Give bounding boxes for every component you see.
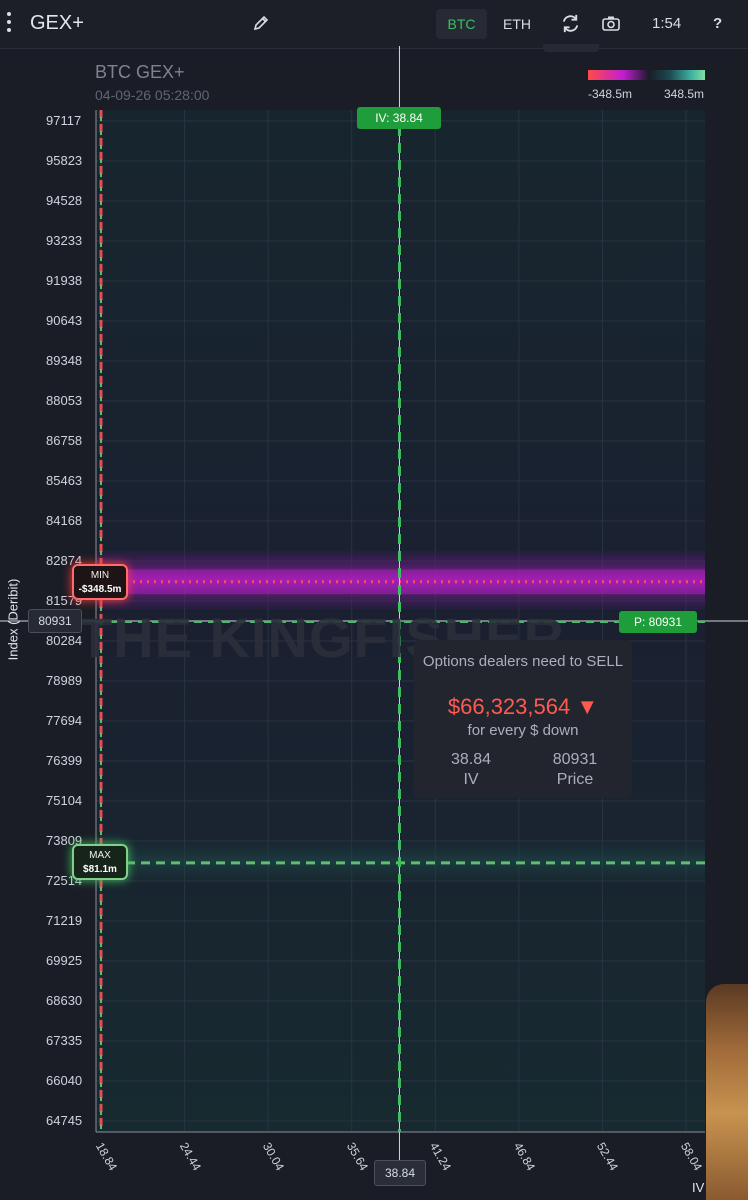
y-tick-label: 86758 [46,432,83,448]
y-tick-label: 89348 [46,352,83,368]
tooltip-subtext: for every $ down [467,722,579,739]
min-marker-title: MIN [90,570,110,581]
min-marker-value: -$348.5m [78,584,122,595]
min-marker[interactable]: MIN -$348.5m [72,564,128,600]
y-tick-label: 90643 [46,312,83,328]
heatmap-plot[interactable] [0,0,748,1200]
y-tick-label: 76399 [46,752,83,768]
y-axis-title: Index (Deribit) [5,578,21,661]
price-cursor-tag: P: 80931 [619,611,697,633]
tooltip-amount: $66,323,564 ▼ [447,694,599,719]
y-cursor-readout: 80931 [28,609,82,633]
y-tick-label: 85463 [46,473,83,488]
max-marker-value: $81.1m [83,864,117,875]
x-axis-title: IV [692,1180,705,1195]
y-tick-label: 75104 [46,793,83,808]
y-tick-label: 78989 [46,672,83,688]
tooltip-action: Options dealers need to SELL [422,653,624,670]
tooltip-iv-label: IV [463,771,479,788]
y-tick-label: 84168 [46,513,83,528]
y-tick-label: 67335 [46,1032,83,1048]
tooltip-price-value: 80931 [552,751,598,768]
y-tick-label: 94528 [46,192,83,208]
y-tick-label: 93233 [46,232,83,248]
y-tick-label: 97117 [46,113,82,128]
max-marker-title: MAX [89,850,111,861]
tooltip-iv-value: 38.84 [450,751,492,768]
tooltip-price-label: Price [556,771,594,788]
max-marker[interactable]: MAX $81.1m [72,844,128,880]
tooltip-iv: 38.84 IV [421,750,521,790]
video-thumbnail[interactable] [706,984,748,1200]
y-tick-label: 69925 [46,952,83,968]
y-tick-label: 68630 [46,992,83,1008]
y-tick-label: 88053 [46,392,83,408]
y-tick-label: 64745 [46,1113,83,1128]
iv-cursor-tag: IV: 38.84 [357,107,441,129]
y-tick-label: 95823 [46,152,83,168]
x-cursor-readout: 38.84 [374,1160,426,1186]
y-tick-label: 66040 [46,1072,83,1088]
y-tick-label: 71219 [46,913,83,928]
y-tick-label: 77694 [46,712,83,728]
y-tick-label: 80284 [46,632,83,648]
gex-tooltip: Options dealers need to SELL $66,323,564… [414,640,632,798]
tooltip-price: 80931 Price [525,750,625,790]
y-tick-label: 91938 [46,272,83,288]
